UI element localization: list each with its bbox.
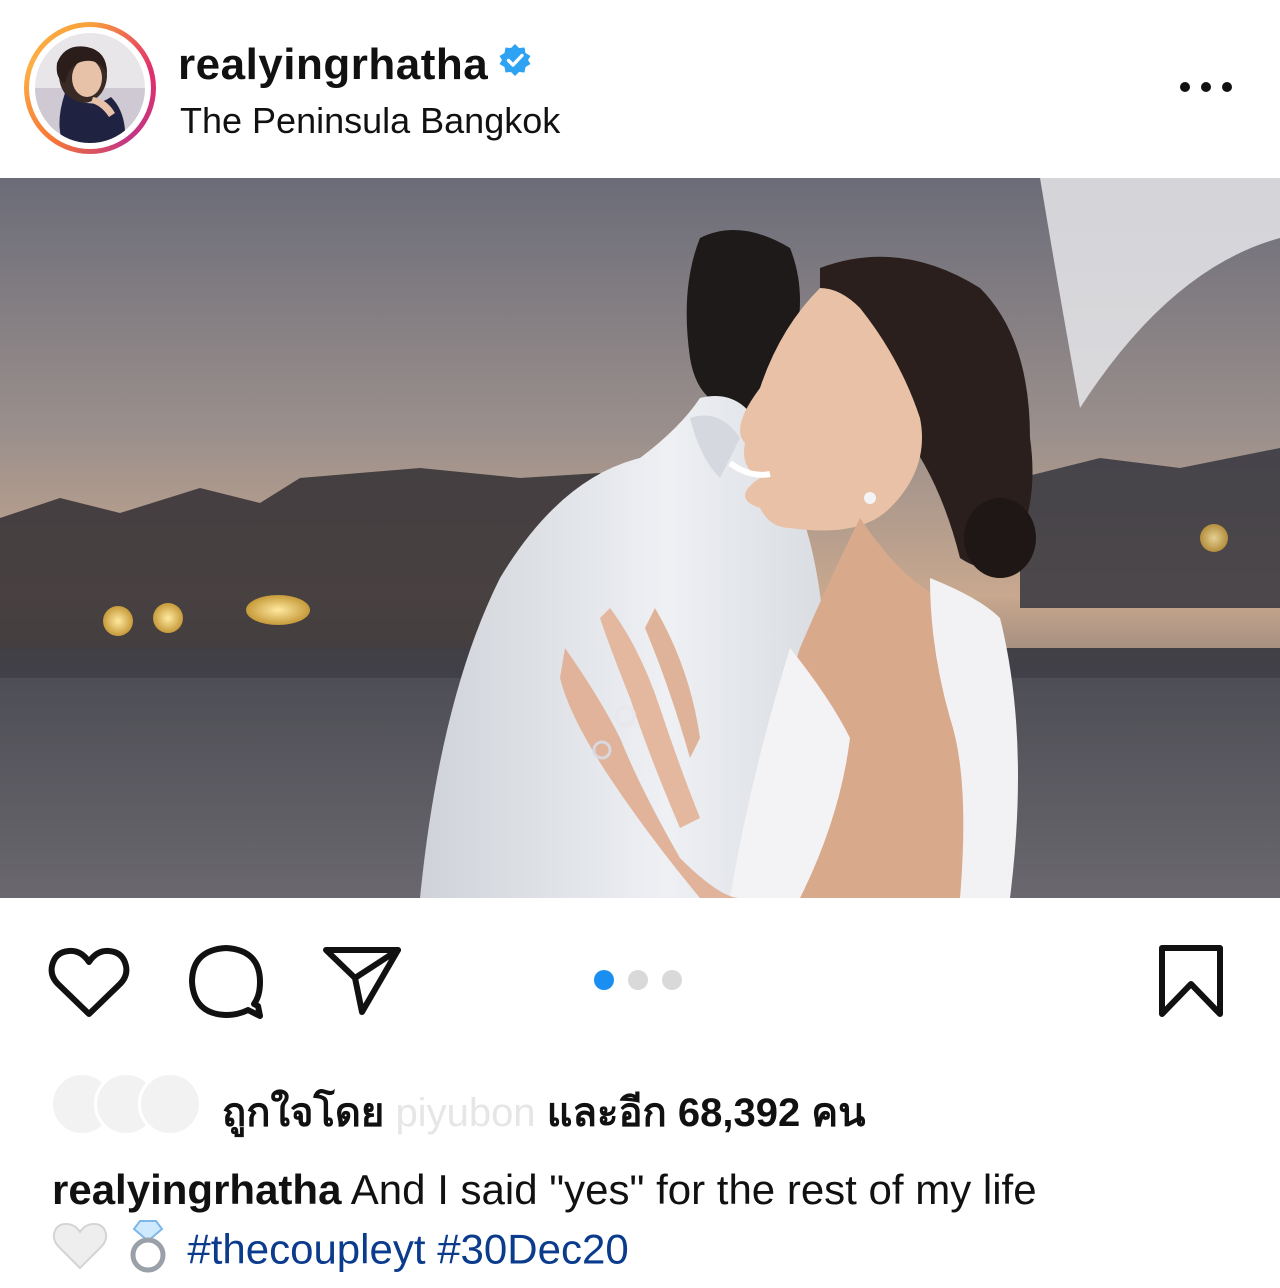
likes-suffix: คน <box>811 1091 866 1135</box>
likes-count[interactable]: 68,392 <box>678 1091 800 1135</box>
ring-icon <box>120 1217 176 1288</box>
heart-icon[interactable] <box>48 946 130 1023</box>
avatar-photo <box>35 33 145 143</box>
likes-summary[interactable]: ถูกใจโดย piyubon และอีก 68,392 คน <box>50 1068 1250 1148</box>
avatar <box>138 1072 202 1136</box>
username[interactable]: realyingrhatha <box>178 40 488 89</box>
avatar[interactable] <box>24 22 156 154</box>
liker-avatars <box>50 1072 210 1136</box>
carousel-dot[interactable] <box>662 970 682 990</box>
location-link[interactable]: The Peninsula Bangkok <box>180 100 560 142</box>
carousel-dot[interactable] <box>594 970 614 990</box>
bookmark-icon[interactable] <box>1158 944 1224 1023</box>
post-photo[interactable] <box>0 178 1280 898</box>
more-options-icon[interactable] <box>1180 72 1232 102</box>
likes-text: ถูกใจโดย piyubon และอีก 68,392 คน <box>222 1080 865 1144</box>
engagement-photo <box>0 178 1280 898</box>
post-caption: realyingrhatha And I said "yes" for the … <box>52 1162 1252 1288</box>
carousel-indicator <box>594 970 682 990</box>
hashtag-link[interactable]: #30Dec20 <box>437 1226 628 1273</box>
share-icon[interactable] <box>322 944 402 1021</box>
hashtag-link[interactable]: #thecoupleyt <box>187 1226 425 1273</box>
carousel-dot[interactable] <box>628 970 648 990</box>
caption-text: And I said "yes" for the rest of my life <box>350 1166 1037 1213</box>
caption-username[interactable]: realyingrhatha <box>52 1166 341 1213</box>
white-heart-icon <box>52 1221 108 1284</box>
username-row[interactable]: realyingrhatha <box>178 40 532 92</box>
likes-and-more: และอีก <box>546 1091 667 1135</box>
post-header: realyingrhatha The Peninsula Bangkok <box>0 0 1280 178</box>
liker-username[interactable]: piyubon <box>395 1091 535 1135</box>
verified-badge-icon <box>498 38 532 88</box>
comment-icon[interactable] <box>186 942 266 1025</box>
likes-prefix: ถูกใจโดย <box>222 1091 385 1135</box>
